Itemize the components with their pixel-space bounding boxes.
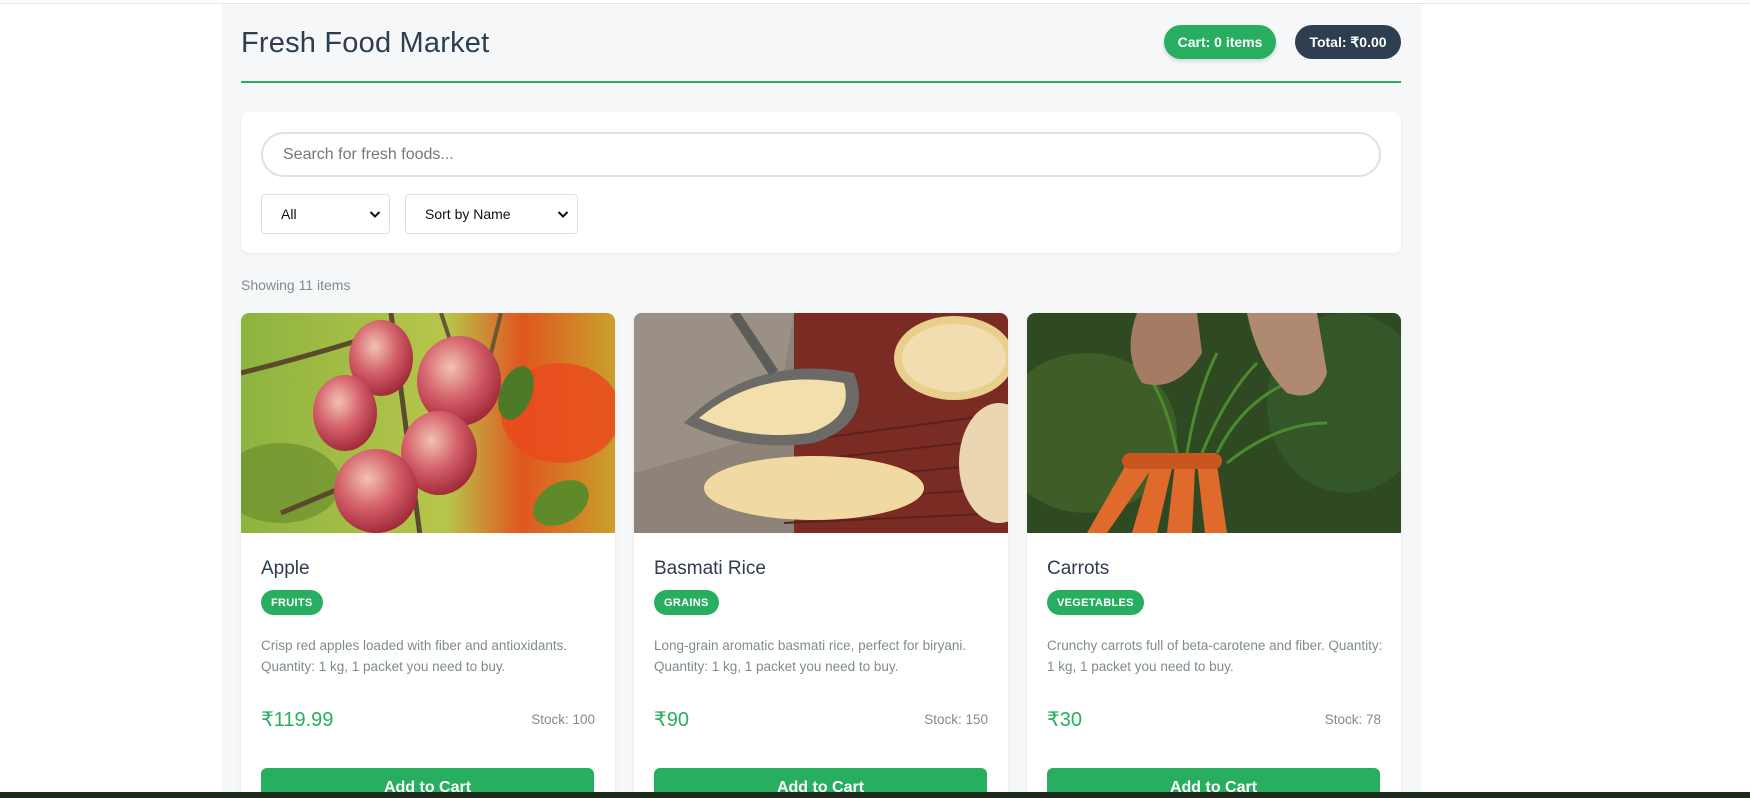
search-input[interactable] [261, 132, 1381, 177]
product-image-carrots [1027, 313, 1401, 533]
product-stock: Stock: 100 [531, 712, 595, 727]
product-card: Basmati Rice GRAINS Long-grain aromatic … [634, 313, 1008, 794]
product-stock: Stock: 78 [1324, 712, 1381, 727]
product-name: Carrots [1047, 558, 1110, 579]
sort-select[interactable]: Sort by Name [405, 194, 578, 234]
product-card: Carrots VEGETABLES Crunchy carrots full … [1027, 313, 1401, 794]
bottom-edge [0, 792, 1750, 798]
product-image-apple [241, 313, 615, 533]
filter-panel: All Sort by Name [241, 112, 1401, 253]
product-price: ₹119.99 [261, 709, 334, 731]
product-price: ₹30 [1047, 709, 1082, 731]
add-to-cart-button[interactable]: Add to Cart [261, 768, 594, 794]
top-divider [0, 3, 1750, 4]
product-name: Apple [261, 558, 310, 579]
product-stock: Stock: 150 [924, 712, 988, 727]
results-count: Showing 11 items [241, 277, 351, 293]
chevron-down-icon [369, 211, 381, 218]
total-badge: Total: ₹0.00 [1295, 25, 1401, 59]
category-badge: VEGETABLES [1047, 590, 1144, 615]
carrots-photo [1027, 313, 1401, 533]
category-badge: GRAINS [654, 590, 719, 615]
cart-button[interactable]: Cart: 0 items [1164, 25, 1276, 59]
page-title: Fresh Food Market [241, 27, 490, 59]
sort-select-value: Sort by Name [425, 206, 511, 222]
product-name: Basmati Rice [654, 558, 766, 579]
content: Fresh Food Market Cart: 0 items Total: ₹… [241, 5, 1401, 794]
category-select-value: All [281, 206, 297, 222]
product-image-rice [634, 313, 1008, 533]
product-description: Crisp red apples loaded with fiber and a… [261, 638, 568, 674]
category-select[interactable]: All [261, 194, 390, 234]
product-description: Long-grain aromatic basmati rice, perfec… [654, 638, 967, 674]
add-to-cart-button[interactable]: Add to Cart [1047, 768, 1380, 794]
app-container: Fresh Food Market Cart: 0 items Total: ₹… [222, 5, 1421, 794]
category-badge: FRUITS [261, 590, 323, 615]
header: Fresh Food Market Cart: 0 items Total: ₹… [241, 5, 1401, 83]
add-to-cart-button[interactable]: Add to Cart [654, 768, 987, 794]
product-description: Crunchy carrots full of beta-carotene an… [1047, 638, 1383, 674]
rice-photo [634, 313, 1008, 533]
product-card: Apple FRUITS Crisp red apples loaded wit… [241, 313, 615, 794]
chevron-down-icon [557, 211, 569, 218]
product-price: ₹90 [654, 709, 689, 731]
apples-photo [241, 313, 615, 533]
